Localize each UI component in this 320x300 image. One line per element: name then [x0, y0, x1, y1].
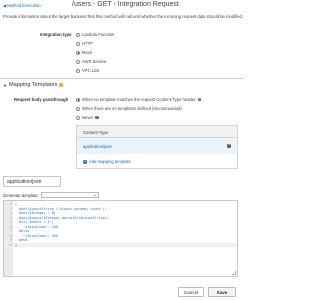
save-button[interactable]: Save: [208, 287, 236, 297]
radio-label: VPC Link: [82, 68, 100, 73]
passthrough-label: Request body passthrough: [14, 97, 69, 102]
integration-type-label: Integration type: [40, 32, 72, 37]
radio-passthrough-no-templates[interactable]: When there are no templates defined (rec…: [76, 106, 182, 111]
resize-handle-icon[interactable]: [232, 271, 236, 275]
content-type-table: Content-Type application/json i + Add ma…: [76, 125, 238, 169]
generate-template-row: Generate template:: [3, 192, 99, 198]
radio-button-selected[interactable]: [76, 97, 80, 102]
radio-button[interactable]: [76, 32, 80, 37]
radio-mock[interactable]: Mock: [76, 50, 92, 55]
section-title: Mapping Templates: [8, 82, 58, 88]
content-type-value[interactable]: application/json: [83, 144, 112, 149]
radio-label: Lambda Function: [82, 32, 115, 37]
radio-label: Mock: [82, 50, 93, 55]
info-icon[interactable]: i: [197, 97, 202, 102]
content-type-input[interactable]: application/json: [3, 176, 61, 187]
arrow-left-icon: ◀: [3, 3, 7, 8]
radio-label: HTTP: [82, 41, 93, 46]
back-link-label: Method Execution: [7, 3, 41, 8]
info-icon[interactable]: i: [95, 115, 99, 120]
page-description: Provide information about the target bac…: [3, 14, 243, 19]
mapping-templates-toggle[interactable]: ▼ Mapping Templates: [3, 82, 64, 88]
radio-vpc-link[interactable]: VPC Link: [76, 68, 99, 73]
cancel-button[interactable]: Cancel: [178, 287, 204, 297]
radio-label: Never: [82, 115, 94, 120]
info-icon[interactable]: i: [227, 143, 231, 148]
divider: [0, 78, 244, 79]
radio-label: AWS Service: [82, 59, 107, 64]
radio-aws-service[interactable]: AWS Service: [76, 59, 107, 64]
radio-passthrough-never[interactable]: Never i: [76, 115, 99, 120]
warning-icon: [59, 83, 64, 87]
add-template-label: Add mapping template: [89, 159, 131, 164]
table-row[interactable]: application/json i: [77, 138, 237, 154]
caret-down-icon: ▼: [3, 82, 7, 88]
add-mapping-template-link[interactable]: + Add mapping template: [83, 159, 131, 164]
generate-template-label: Generate template:: [3, 192, 39, 198]
page-title: /users - GET - Integration Request: [72, 1, 179, 8]
table-header: Content-Type: [77, 126, 237, 138]
radio-label: When no template matches the request Con…: [82, 97, 196, 102]
radio-button[interactable]: [76, 115, 80, 120]
radio-button-selected[interactable]: [76, 50, 80, 55]
radio-label: When there are no templates defined (rec…: [82, 106, 182, 111]
generate-template-select[interactable]: [40, 192, 99, 198]
code-line-active: 10}: [4, 242, 237, 247]
radio-button[interactable]: [76, 68, 80, 73]
radio-http[interactable]: HTTP: [76, 41, 93, 46]
plus-icon: +: [83, 158, 87, 164]
radio-lambda-function[interactable]: Lambda Function: [76, 32, 114, 37]
radio-button[interactable]: [76, 41, 80, 46]
template-code-editor[interactable]: 1{ 2 #set($countString = $input.params('…: [3, 200, 238, 277]
back-link[interactable]: ◀ Method Execution: [3, 3, 41, 8]
radio-button[interactable]: [76, 106, 80, 111]
radio-button[interactable]: [76, 59, 80, 64]
radio-passthrough-when-no-match[interactable]: When no template matches the request Con…: [76, 97, 202, 102]
